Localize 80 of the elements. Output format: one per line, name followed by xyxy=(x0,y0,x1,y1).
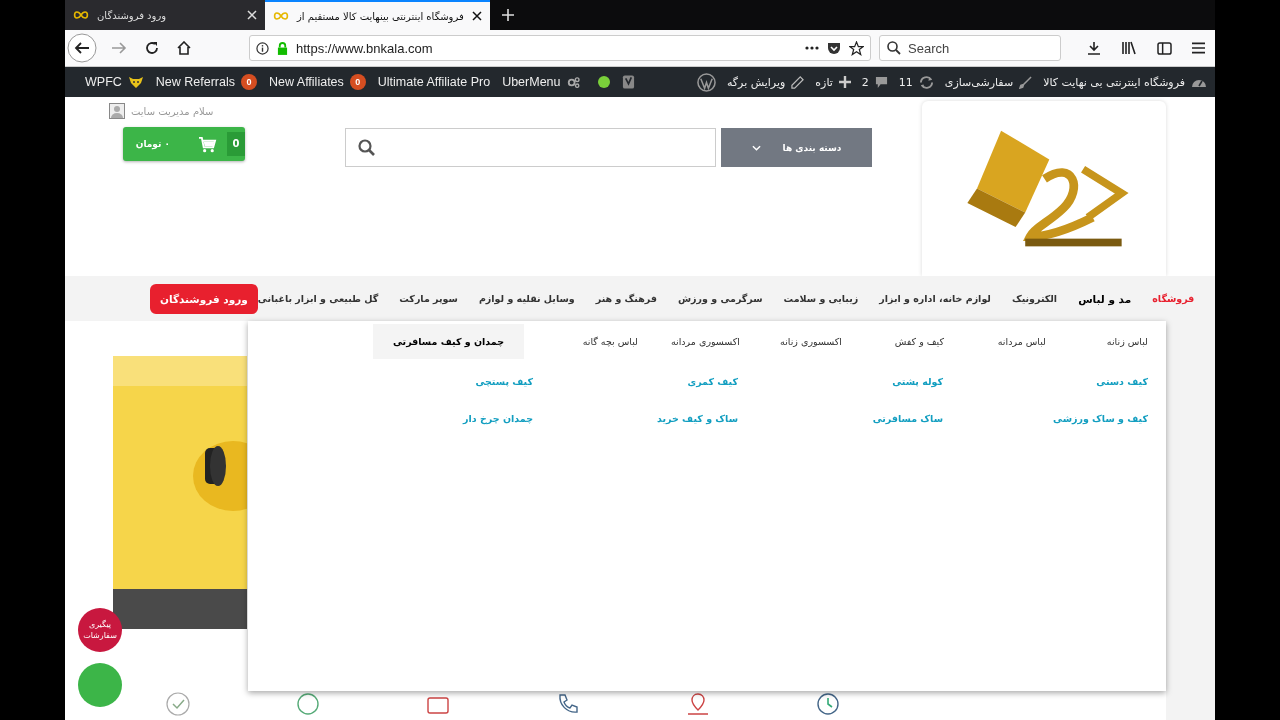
submenu-tab[interactable]: لباس زنانه xyxy=(1046,323,1148,359)
info-icon[interactable] xyxy=(256,41,269,55)
home-icon[interactable] xyxy=(177,41,191,55)
coin-icon xyxy=(295,691,321,717)
search-icon xyxy=(358,138,376,157)
more-icon[interactable] xyxy=(805,46,819,50)
admin-bar-link[interactable]: UberMenu xyxy=(502,75,561,89)
cart-count-badge: 0 xyxy=(227,132,245,156)
browser-tab[interactable]: ورود فروشندگان xyxy=(65,0,265,30)
admin-bar-link[interactable]: ویرایش برگه xyxy=(726,75,786,89)
count-badge: 0 xyxy=(349,74,366,90)
count-badge: 0 xyxy=(241,74,257,90)
user-avatar-icon xyxy=(109,103,125,119)
forward-icon[interactable] xyxy=(111,41,127,55)
wordpress-logo[interactable] xyxy=(696,72,716,92)
seller-login-button[interactable]: ورود فروشندگان xyxy=(150,283,258,314)
url-text: https://www.bnkala.com xyxy=(296,40,433,56)
plus-icon xyxy=(838,76,851,88)
menu-item[interactable]: الکترونیک xyxy=(1011,292,1058,305)
submenu-tab[interactable]: کیف و کفش xyxy=(842,323,944,359)
site-search-field[interactable] xyxy=(345,128,716,167)
submenu-tab[interactable]: اکسسوری زنانه xyxy=(740,323,842,359)
lock-icon xyxy=(277,41,288,55)
search-icon xyxy=(887,41,901,55)
menu-item[interactable]: فروشگاه xyxy=(1152,292,1195,305)
pocket-icon[interactable] xyxy=(827,41,841,55)
submenu-tab[interactable]: اکسسوری مردانه xyxy=(638,323,740,359)
admin-bar-link[interactable]: سفارشی‌سازی xyxy=(944,75,1014,89)
gears-icon xyxy=(566,76,580,88)
tab-title: ورود فروشندگان xyxy=(97,9,168,21)
comment-icon xyxy=(874,75,888,89)
reload-icon[interactable] xyxy=(145,41,159,55)
admin-bar-link[interactable]: New Referrals xyxy=(155,75,235,89)
close-icon[interactable] xyxy=(471,11,482,21)
clock-icon xyxy=(815,691,841,717)
download-icon[interactable] xyxy=(1087,41,1101,55)
brush-icon xyxy=(1019,75,1033,89)
categories-dropdown[interactable]: دسته بندی ها xyxy=(721,128,872,167)
chevron-down-icon xyxy=(751,144,761,151)
search-field[interactable]: Search xyxy=(879,35,1061,61)
admin-bar-link[interactable]: فروشگاه اینترنتی بی نهایت کالا xyxy=(1043,75,1185,89)
bookmark-star-icon[interactable] xyxy=(849,40,864,56)
browser-tab[interactable]: فروشگاه اینترنتی بینهایت کالا مستقیم از xyxy=(265,0,490,30)
refresh-icon xyxy=(918,74,934,90)
admin-bar-link[interactable]: New Affiliates xyxy=(269,75,344,89)
menu-item[interactable]: مد و لباس xyxy=(1078,292,1132,305)
admin-bar-link[interactable]: 2 xyxy=(861,75,869,89)
menu-item[interactable]: سوپر مارکت xyxy=(399,292,458,305)
status-dot-icon xyxy=(597,76,610,88)
new-tab-icon[interactable] xyxy=(501,9,514,21)
library-icon[interactable] xyxy=(1121,41,1137,55)
menu-item[interactable]: وسایل نقلیه و لوازم xyxy=(478,292,575,305)
tab-title: فروشگاه اینترنتی بینهایت کالا مستقیم از xyxy=(297,10,464,22)
map-icon xyxy=(685,691,711,717)
admin-bar-link[interactable]: 11 xyxy=(898,75,913,89)
submenu-tab[interactable]: چمدان و کیف مسافرتی xyxy=(372,323,524,359)
pencil-icon xyxy=(791,75,805,89)
yoast-icon[interactable] xyxy=(621,74,635,90)
check-icon xyxy=(165,691,191,717)
admin-bar-link[interactable]: Ultimate Affiliate Pro xyxy=(377,75,491,89)
admin-bar-link[interactable]: WPFC xyxy=(85,75,122,89)
cart-icon xyxy=(198,135,217,153)
menu-item[interactable]: زیبایی و سلامت xyxy=(783,292,859,305)
infinity-icon xyxy=(73,11,89,19)
address-bar[interactable]: https://www.bnkala.com xyxy=(249,35,871,61)
sidebar-icon[interactable] xyxy=(1157,41,1172,55)
menu-item[interactable]: فرهنگ و هنر xyxy=(595,292,657,305)
menu-item[interactable]: سرگرمی و ورزش xyxy=(677,292,763,305)
menu-icon[interactable] xyxy=(1192,42,1205,54)
cheetah-icon xyxy=(127,75,144,89)
menu-item[interactable]: لوازم خانه، اداره و ابزار xyxy=(879,292,991,305)
greeting-text: سلام مدیریت سایت xyxy=(131,105,214,117)
order-tracking-button[interactable]: پیگیری سفارشات xyxy=(78,608,122,652)
admin-bar-link[interactable]: تازه xyxy=(815,75,833,89)
submenu-tab[interactable]: لباس مردانه xyxy=(944,323,1046,359)
floating-button[interactable] xyxy=(78,663,122,707)
back-icon[interactable] xyxy=(67,33,97,63)
infinity-icon xyxy=(273,12,289,20)
submenu-tab[interactable]: لباس بچه گانه xyxy=(536,323,638,359)
menu-item[interactable]: گل طبیعی و ابزار باغبانی xyxy=(257,292,379,305)
